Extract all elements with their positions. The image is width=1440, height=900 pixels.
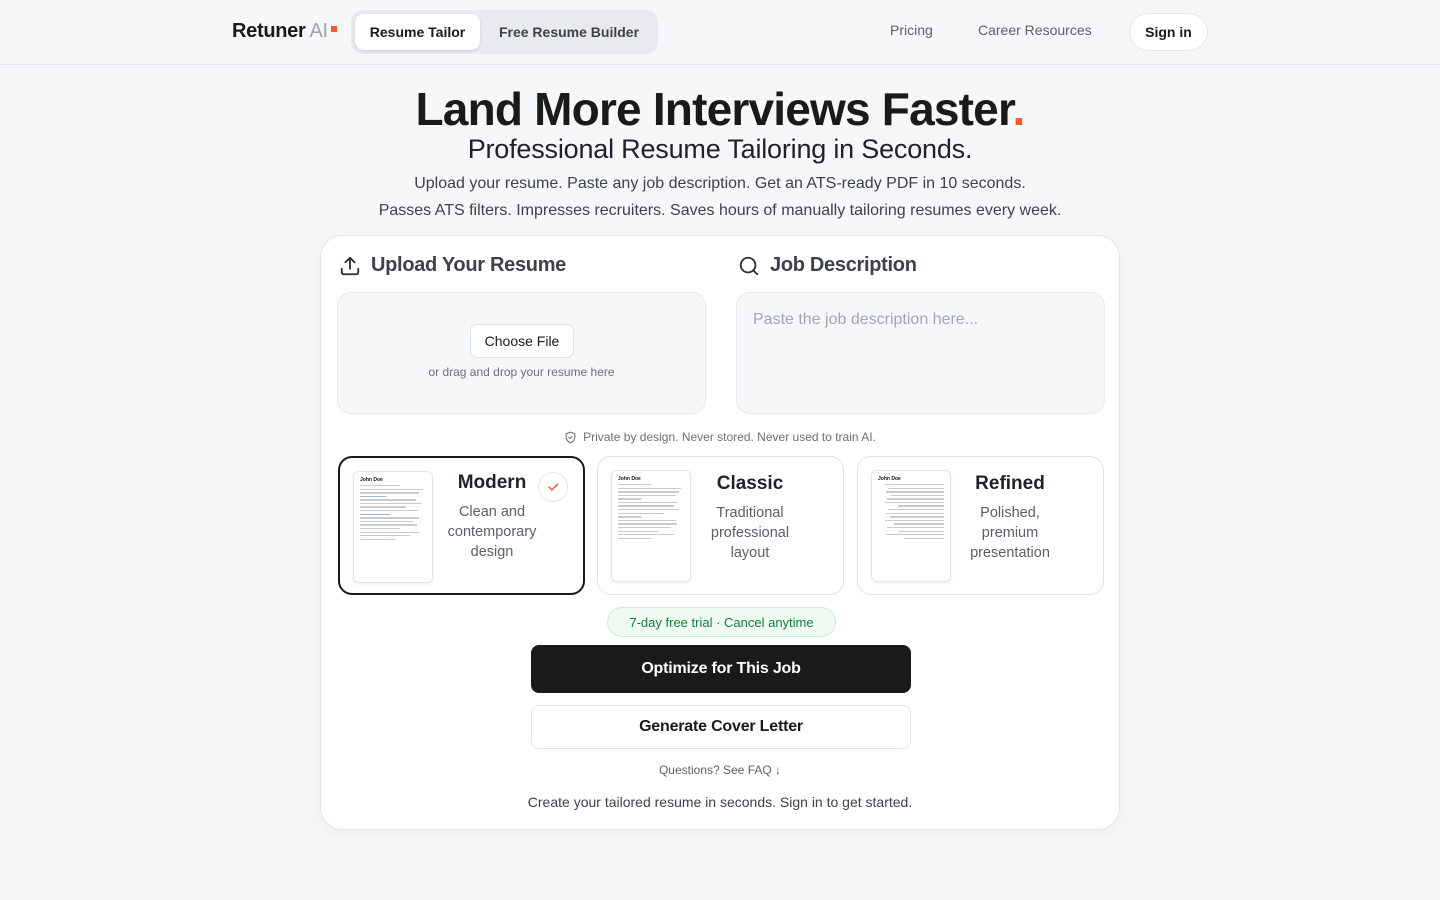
optimize-button[interactable]: Optimize for This Job [531,645,911,693]
hero-title-text: Land More Interviews Faster [415,83,1013,135]
template-card-classic[interactable]: John Doe Classic Traditional professiona… [597,456,844,595]
privacy-text: Private by design. Never stored. Never u… [583,430,876,444]
resume-dropzone[interactable]: Choose File or drag and drop your resume… [337,292,706,414]
template-description: Traditional professional layout [710,505,790,561]
template-card-refined[interactable]: John Doe Refined Polished, premium prese… [857,456,1104,595]
template-description: Polished, premium presentation [970,505,1050,561]
logo-text: Retuner [232,20,306,42]
thumb-name: John Doe [878,476,901,482]
template-thumbnail-refined: John Doe [871,470,951,582]
hero-subtitle: Professional Resume Tailoring in Seconds… [467,134,973,164]
logo-ai: AI [309,20,328,42]
trial-badge: 7-day free trial · Cancel anytime [607,607,836,637]
tab-free-resume-builder[interactable]: Free Resume Builder [484,14,654,50]
template-card-modern[interactable]: John Doe Modern Clean and contemporary d… [338,456,585,595]
job-heading: Job Description [738,254,917,277]
sign-in-button[interactable]: Sign in [1129,13,1208,51]
selected-check-icon [538,472,568,502]
faq-link[interactable]: Questions? See FAQ ↓ [321,763,1119,777]
cover-letter-button[interactable]: Generate Cover Letter [531,705,911,749]
upload-heading-text: Upload Your Resume [371,254,567,276]
hero-line-1: Upload your resume. Paste any job descri… [414,175,1026,192]
job-description-input[interactable] [736,292,1105,414]
upload-icon [340,256,360,275]
hero-title: Land More Interviews Faster. [0,82,1440,136]
drop-hint: or drag and drop your resume here [428,365,615,379]
template-name: Classic [716,473,784,494]
template-thumbnail-classic: John Doe [611,470,691,582]
privacy-note: Private by design. Never stored. Never u… [321,430,1119,444]
thumb-name: John Doe [360,477,383,483]
hero-title-dot: . [1012,83,1026,135]
template-thumbnail-modern: John Doe [353,471,433,583]
search-icon [739,256,759,275]
logo-dot-icon [330,26,337,32]
thumb-name: John Doe [618,476,641,482]
shield-check-icon [565,431,576,443]
top-nav: Retuner AI Resume Tailor Free Resume Bui… [0,0,1440,65]
upload-heading: Upload Your Resume [339,254,566,277]
template-name: Modern [457,472,527,493]
job-heading-text: Job Description [770,254,917,276]
nav-link-pricing[interactable]: Pricing [890,22,933,38]
sign-in-note: Create your tailored resume in seconds. … [527,794,913,810]
choose-file-button[interactable]: Choose File [470,324,574,358]
template-description: Clean and contemporary design [447,504,537,560]
hero-line-2: Passes ATS filters. Impresses recruiters… [378,202,1062,219]
mode-switch: Resume Tailor Free Resume Builder [351,10,658,54]
tab-resume-tailor[interactable]: Resume Tailor [355,14,480,50]
nav-link-career-resources[interactable]: Career Resources [978,22,1092,38]
template-name: Refined [975,473,1045,494]
tailor-card: Upload Your Resume Job Description Choos… [320,235,1120,830]
logo[interactable]: Retuner AI [232,20,337,43]
